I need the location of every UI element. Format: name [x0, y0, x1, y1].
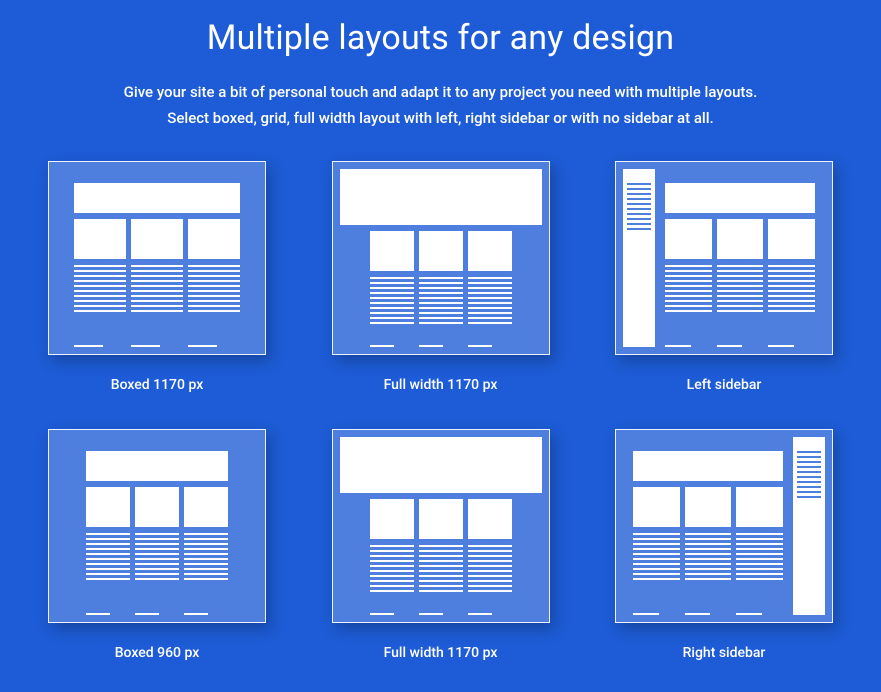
layouts-grid: Boxed 1170 px Full width 11	[40, 161, 841, 661]
layout-label: Right sidebar	[611, 645, 837, 661]
layout-option-boxed-960[interactable]: Boxed 960 px	[44, 429, 270, 661]
layout-label: Full width 1170 px	[328, 377, 554, 393]
layout-thumbnail-icon	[332, 429, 550, 623]
layout-thumbnail-icon	[615, 429, 833, 623]
layout-label: Left sidebar	[611, 377, 837, 393]
layout-option-right-sidebar[interactable]: Right sidebar	[611, 429, 837, 661]
layout-label: Full width 1170 px	[328, 645, 554, 661]
section-heading: Multiple layouts for any design	[40, 18, 841, 58]
layout-option-fullwidth-1170-b[interactable]: Full width 1170 px	[328, 429, 554, 661]
description-line-1: Give your site a bit of personal touch a…	[124, 83, 758, 101]
description-line-2: Select boxed, grid, full width layout wi…	[167, 109, 713, 127]
layout-thumbnail-icon	[332, 161, 550, 355]
layout-option-boxed-1170[interactable]: Boxed 1170 px	[44, 161, 270, 393]
section-description: Give your site a bit of personal touch a…	[40, 80, 841, 131]
layout-thumbnail-icon	[48, 429, 266, 623]
layout-thumbnail-icon	[48, 161, 266, 355]
layout-label: Boxed 1170 px	[44, 377, 270, 393]
layout-label: Boxed 960 px	[44, 645, 270, 661]
layout-option-left-sidebar[interactable]: Left sidebar	[611, 161, 837, 393]
layout-thumbnail-icon	[615, 161, 833, 355]
layout-option-fullwidth-1170[interactable]: Full width 1170 px	[328, 161, 554, 393]
